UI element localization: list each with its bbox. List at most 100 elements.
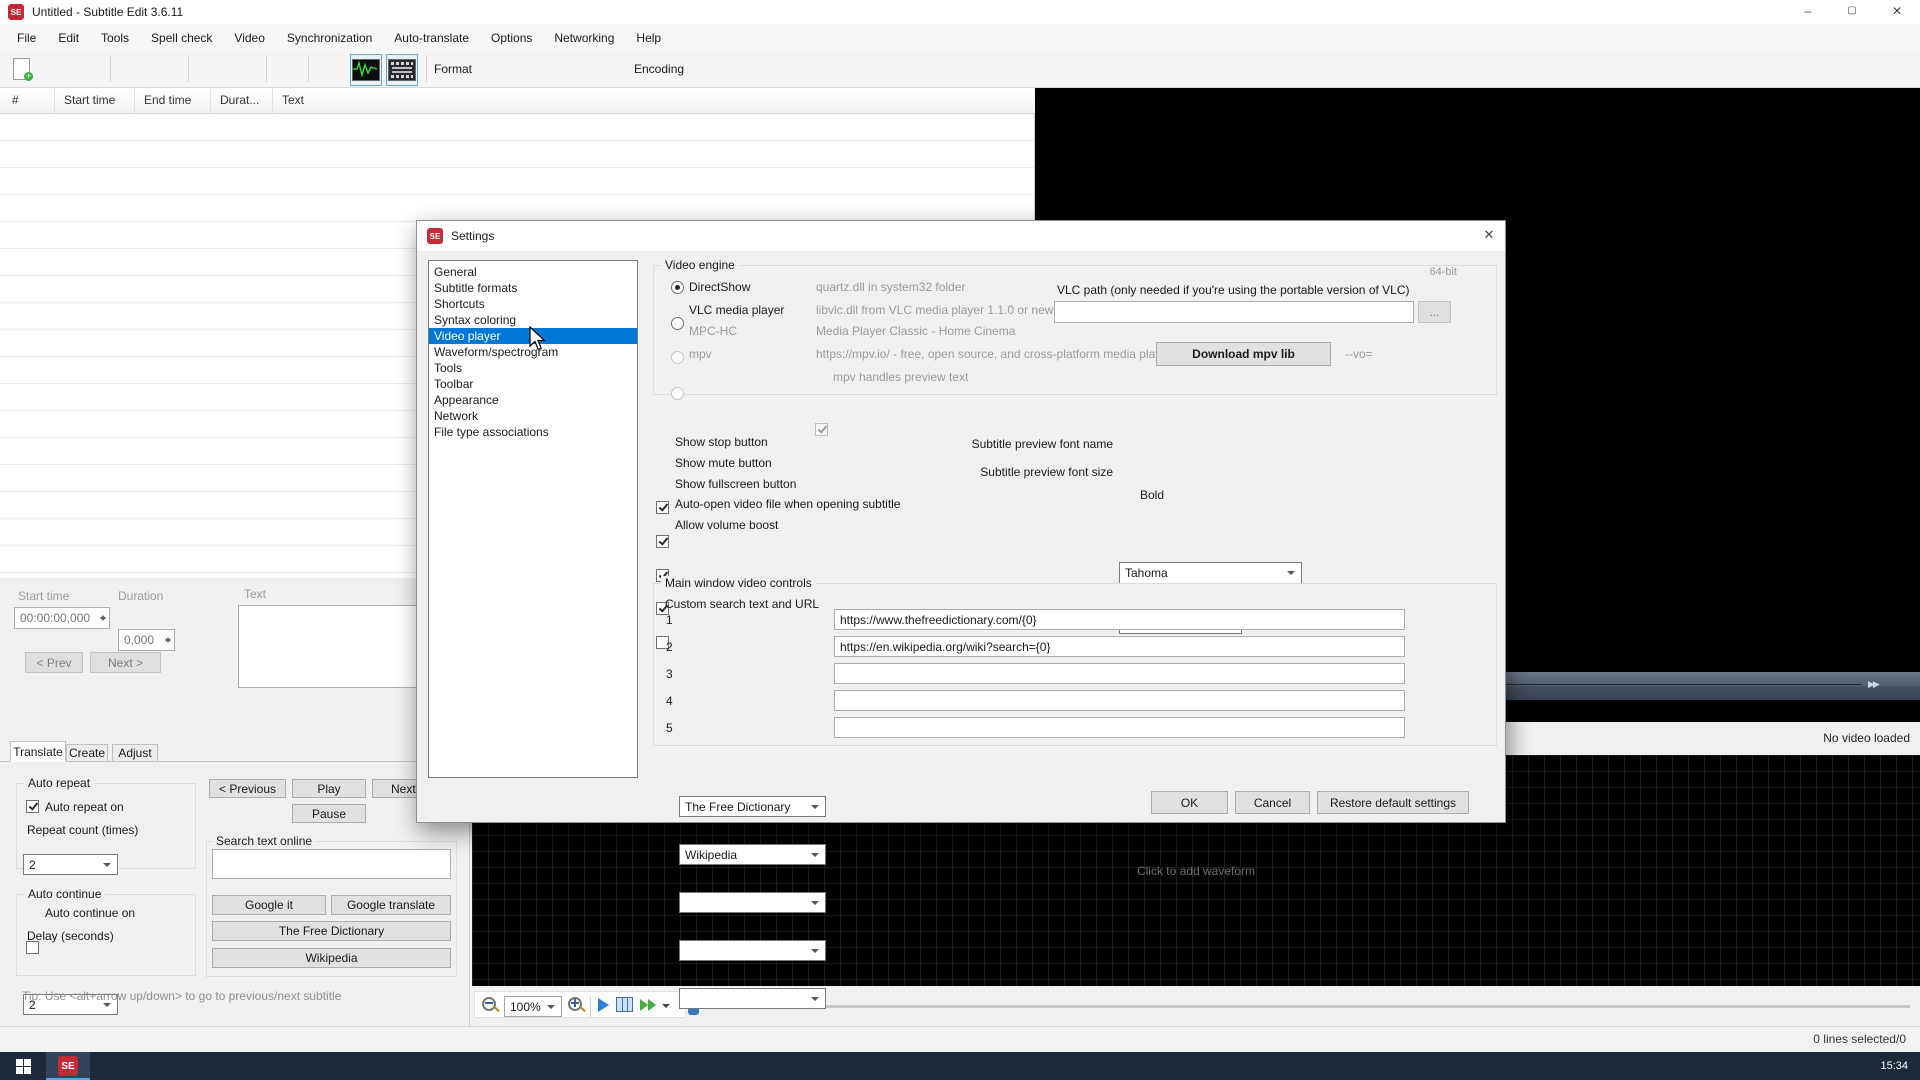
- auto-repeat-label[interactable]: Auto repeat on: [45, 800, 124, 814]
- wikipedia-button[interactable]: Wikipedia: [212, 948, 451, 968]
- show-stop-checkbox[interactable]: [656, 501, 669, 514]
- auto-continue-label[interactable]: Auto continue on: [45, 906, 135, 920]
- vlc-path-browse-button[interactable]: ...: [1418, 301, 1451, 323]
- search-row-1-url[interactable]: https://www.thefreedictionary.com/{0}: [834, 609, 1405, 630]
- mpv-preview-checkbox[interactable]: [815, 423, 828, 436]
- menu-networking[interactable]: Networking: [543, 31, 625, 45]
- radio-vlc[interactable]: [671, 317, 684, 330]
- clock[interactable]: 15:34: [1880, 1052, 1908, 1080]
- column-end-time[interactable]: End time: [135, 88, 211, 113]
- video-toggle-button[interactable]: [386, 54, 418, 86]
- restore-defaults-button[interactable]: Restore default settings: [1317, 791, 1469, 814]
- menu-auto-translate[interactable]: Auto-translate: [383, 31, 480, 45]
- search-row-1-engine[interactable]: The Free Dictionary: [679, 796, 826, 817]
- search-row-4-engine[interactable]: [679, 940, 826, 961]
- waveform-zoom-select[interactable]: 100%: [504, 996, 562, 1017]
- new-file-icon[interactable]: +: [8, 56, 34, 82]
- menu-video[interactable]: Video: [223, 31, 275, 45]
- volume-boost-label[interactable]: Allow volume boost: [675, 518, 778, 532]
- search-row-5-url[interactable]: [834, 717, 1405, 738]
- category-general[interactable]: General: [429, 264, 637, 280]
- start-time-spinner[interactable]: 00:00:00,000: [14, 607, 110, 629]
- column-start-time[interactable]: Start time: [55, 88, 135, 113]
- radio-mpc-hc-label: MPC-HC: [689, 324, 737, 338]
- auto-repeat-checkbox[interactable]: [26, 800, 39, 813]
- previous-button[interactable]: < Previous: [209, 779, 286, 798]
- show-stop-label[interactable]: Show stop button: [675, 435, 768, 449]
- tab-create[interactable]: Create: [66, 744, 108, 762]
- category-shortcuts[interactable]: Shortcuts: [429, 296, 637, 312]
- dialog-close-button[interactable]: ✕: [1473, 221, 1505, 251]
- search-row-2-url[interactable]: https://en.wikipedia.org/wiki?search={0}: [834, 636, 1405, 657]
- radio-mpv[interactable]: [671, 387, 684, 400]
- zoom-out-icon[interactable]: [482, 997, 500, 1015]
- radio-mpc-hc[interactable]: [671, 351, 684, 364]
- radio-vlc-label[interactable]: VLC media player: [689, 303, 784, 317]
- column-text[interactable]: Text: [273, 88, 1035, 113]
- category-network[interactable]: Network: [429, 408, 637, 424]
- radio-directshow-label[interactable]: DirectShow: [689, 280, 750, 294]
- show-mute-checkbox[interactable]: [656, 535, 669, 548]
- spin-down-icon[interactable]: [100, 617, 106, 624]
- spin-down-icon[interactable]: [165, 639, 171, 646]
- play-button[interactable]: Play: [292, 779, 366, 798]
- column-duration[interactable]: Durat...: [211, 88, 273, 113]
- search-row-4-url[interactable]: [834, 690, 1405, 711]
- preview-font-name-select[interactable]: Tahoma: [1119, 562, 1302, 584]
- play-waveform-icon[interactable]: [598, 998, 609, 1012]
- next-subtitle-button[interactable]: Next >: [90, 652, 161, 673]
- position-slider-track[interactable]: [690, 1005, 1910, 1008]
- menu-help[interactable]: Help: [625, 31, 672, 45]
- maximize-button[interactable]: ▢: [1830, 0, 1874, 24]
- auto-open-video-label[interactable]: Auto-open video file when opening subtit…: [675, 497, 901, 511]
- vlc-path-input[interactable]: [1054, 301, 1414, 323]
- prev-subtitle-button[interactable]: < Prev: [25, 652, 83, 673]
- search-row-5-engine[interactable]: [679, 988, 826, 1009]
- search-row-3-engine[interactable]: [679, 892, 826, 913]
- menu-options[interactable]: Options: [480, 31, 543, 45]
- tab-adjust[interactable]: Adjust: [112, 744, 158, 762]
- search-row-2-engine[interactable]: Wikipedia: [679, 844, 826, 865]
- grid-view-icon[interactable]: [616, 997, 633, 1012]
- ok-button[interactable]: OK: [1151, 791, 1228, 814]
- google-it-button[interactable]: Google it: [212, 895, 326, 915]
- encoding-label: Encoding: [634, 51, 684, 88]
- category-toolbar[interactable]: Toolbar: [429, 376, 637, 392]
- fast-forward-icon[interactable]: ▶▶: [1868, 679, 1878, 690]
- search-row-3-url[interactable]: [834, 663, 1405, 684]
- pause-button[interactable]: Pause: [292, 804, 366, 823]
- taskbar-subtitle-edit-button[interactable]: SE: [46, 1052, 90, 1080]
- app-icon: SE: [8, 4, 24, 20]
- radio-directshow[interactable]: [671, 281, 684, 294]
- tab-translate[interactable]: Translate: [10, 741, 66, 762]
- menu-spell-check[interactable]: Spell check: [140, 31, 223, 45]
- category-subtitle-formats[interactable]: Subtitle formats: [429, 280, 637, 296]
- waveform-toggle-button[interactable]: [350, 54, 382, 86]
- speed-dropdown-icon[interactable]: [662, 1004, 670, 1012]
- free-dictionary-button[interactable]: The Free Dictionary: [212, 921, 451, 941]
- menu-tools[interactable]: Tools: [90, 31, 140, 45]
- menu-synchronization[interactable]: Synchronization: [276, 31, 383, 45]
- close-button[interactable]: ✕: [1874, 0, 1920, 24]
- vlc-path-label: VLC path (only needed if you're using th…: [1057, 283, 1410, 297]
- search-text-input[interactable]: [212, 849, 451, 879]
- show-fullscreen-label[interactable]: Show fullscreen button: [675, 477, 796, 491]
- bold-label[interactable]: Bold: [1140, 488, 1164, 502]
- google-translate-button[interactable]: Google translate: [331, 895, 451, 915]
- download-mpv-button[interactable]: Download mpv lib: [1156, 342, 1331, 366]
- cancel-button[interactable]: Cancel: [1235, 791, 1310, 814]
- dialog-title-bar[interactable]: SE Settings ✕: [417, 221, 1505, 251]
- category-file-type-associations[interactable]: File type associations: [429, 424, 637, 440]
- menu-file[interactable]: File: [6, 31, 47, 45]
- zoom-in-icon[interactable]: [568, 997, 586, 1015]
- start-button[interactable]: [0, 1052, 46, 1080]
- repeat-count-select[interactable]: 2: [23, 854, 118, 875]
- category-appearance[interactable]: Appearance: [429, 392, 637, 408]
- dialog-icon: SE: [427, 228, 443, 244]
- minimize-button[interactable]: –: [1786, 0, 1830, 24]
- duration-spinner[interactable]: 0,000: [118, 629, 175, 651]
- menu-edit[interactable]: Edit: [47, 31, 90, 45]
- category-tools[interactable]: Tools: [429, 360, 637, 376]
- show-mute-label[interactable]: Show mute button: [675, 456, 772, 470]
- column-number[interactable]: #: [0, 88, 55, 113]
